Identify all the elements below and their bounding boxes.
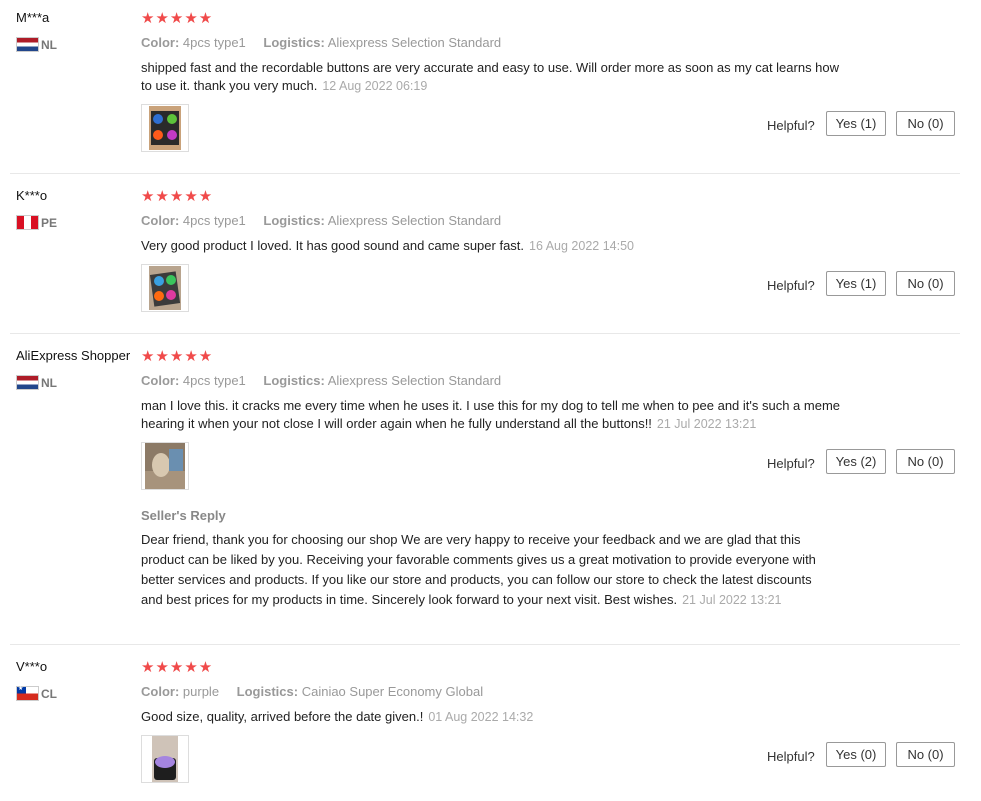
reviewer-country: PE xyxy=(16,215,57,230)
review-body: Good size, quality, arrived before the d… xyxy=(141,709,424,724)
color-label: Color: xyxy=(141,684,180,699)
peru-flag-icon xyxy=(16,215,39,230)
review-meta: Color: 4pcs type1 Logistics: Aliexpress … xyxy=(141,35,501,50)
rating-stars: ★★★★★ xyxy=(141,10,214,27)
review-item: M***a NL ★★★★★ Color: 4pcs type1 Logisti… xyxy=(0,0,960,175)
reviewer-name: M***a xyxy=(16,10,50,25)
country-code: PE xyxy=(41,215,58,230)
country-code: CL xyxy=(41,686,57,701)
seller-reply-text: Dear friend, thank you for choosing our … xyxy=(141,530,831,610)
review-meta: Color: purple Logistics: Cainiao Super E… xyxy=(141,684,483,699)
reviewer-name: V***o xyxy=(16,659,48,674)
color-value: 4pcs type1 xyxy=(182,35,246,50)
review-item: AliExpress Shopper NL ★★★★★ Color: 4pcs … xyxy=(0,338,960,643)
seller-reply-title: Seller's Reply xyxy=(141,508,226,523)
review-text: man I love this. it cracks me every time… xyxy=(141,397,851,433)
color-value: 4pcs type1 xyxy=(182,373,246,388)
logistics-label: Logistics: xyxy=(263,373,325,388)
logistics-value: Aliexpress Selection Standard xyxy=(327,35,502,50)
helpful-no-button[interactable]: No (0) xyxy=(896,111,955,136)
logistics-label: Logistics: xyxy=(263,213,325,228)
rating-stars: ★★★★★ xyxy=(141,659,214,676)
helpful-yes-button[interactable]: Yes (2) xyxy=(826,449,886,474)
review-text: Very good product I loved. It has good s… xyxy=(141,237,851,255)
helpful-no-button[interactable]: No (0) xyxy=(896,742,955,767)
helpful-yes-button[interactable]: Yes (1) xyxy=(826,271,886,296)
reviewer-country: CL xyxy=(16,685,57,701)
rating-stars: ★★★★★ xyxy=(141,188,214,205)
buttons-photo-icon xyxy=(149,106,181,150)
review-feed: M***a NL ★★★★★ Color: 4pcs type1 Logisti… xyxy=(0,0,981,801)
color-label: Color: xyxy=(141,373,180,388)
reply-date: 21 Jul 2022 13:21 xyxy=(682,593,782,607)
review-item: K***o PE ★★★★★ Color: 4pcs type1 Logisti… xyxy=(0,178,960,333)
helpful-no-button[interactable]: No (0) xyxy=(896,449,955,474)
reviewer-country: NL xyxy=(16,37,57,52)
divider xyxy=(10,173,960,174)
color-label: Color: xyxy=(141,35,180,50)
review-date: 01 Aug 2022 14:32 xyxy=(428,710,534,724)
helpful-yes-button[interactable]: Yes (0) xyxy=(826,742,886,767)
country-code: NL xyxy=(41,37,57,52)
review-photo[interactable] xyxy=(141,442,189,490)
reviewer-name: K***o xyxy=(16,188,48,203)
helpful-label: Helpful? xyxy=(767,749,815,764)
logistics-label: Logistics: xyxy=(263,35,325,50)
netherlands-flag-icon xyxy=(16,375,39,390)
review-text: shipped fast and the recordable buttons … xyxy=(141,59,851,95)
color-value: 4pcs type1 xyxy=(182,213,246,228)
review-body: Very good product I loved. It has good s… xyxy=(141,238,525,253)
helpful-label: Helpful? xyxy=(767,278,815,293)
color-label: Color: xyxy=(141,213,180,228)
logistics-value: Aliexpress Selection Standard xyxy=(327,213,502,228)
logistics-label: Logistics: xyxy=(236,684,299,699)
reviewer-name: AliExpress Shopper xyxy=(16,348,131,363)
rating-stars: ★★★★★ xyxy=(141,348,214,365)
buttons-photo-icon xyxy=(149,266,181,310)
review-item: V***o CL ★★★★★ Color: purple Logistics: … xyxy=(0,649,960,801)
helpful-label: Helpful? xyxy=(767,118,815,133)
review-meta: Color: 4pcs type1 Logistics: Aliexpress … xyxy=(141,373,501,388)
netherlands-flag-icon xyxy=(16,37,39,52)
divider xyxy=(10,333,960,334)
review-text: Good size, quality, arrived before the d… xyxy=(141,708,851,726)
helpful-label: Helpful? xyxy=(767,456,815,471)
review-meta: Color: 4pcs type1 Logistics: Aliexpress … xyxy=(141,213,501,228)
review-date: 12 Aug 2022 06:19 xyxy=(322,79,428,93)
chile-flag-icon xyxy=(16,685,39,701)
helpful-no-button[interactable]: No (0) xyxy=(896,271,955,296)
reviewer-country: NL xyxy=(16,375,57,390)
logistics-value: Cainiao Super Economy Global xyxy=(301,684,484,699)
review-date: 21 Jul 2022 13:21 xyxy=(656,417,757,431)
review-date: 16 Aug 2022 14:50 xyxy=(529,239,634,253)
helpful-yes-button[interactable]: Yes (1) xyxy=(826,111,886,136)
review-photo[interactable] xyxy=(141,104,189,152)
divider xyxy=(10,644,960,645)
review-photo[interactable] xyxy=(141,735,189,783)
country-code: NL xyxy=(41,375,57,390)
color-value: purple xyxy=(182,684,220,699)
purple-button-photo-icon xyxy=(152,736,178,782)
review-body: shipped fast and the recordable buttons … xyxy=(141,60,840,93)
review-photo[interactable] xyxy=(141,264,189,312)
logistics-value: Aliexpress Selection Standard xyxy=(327,373,502,388)
dog-photo-icon xyxy=(145,443,185,489)
